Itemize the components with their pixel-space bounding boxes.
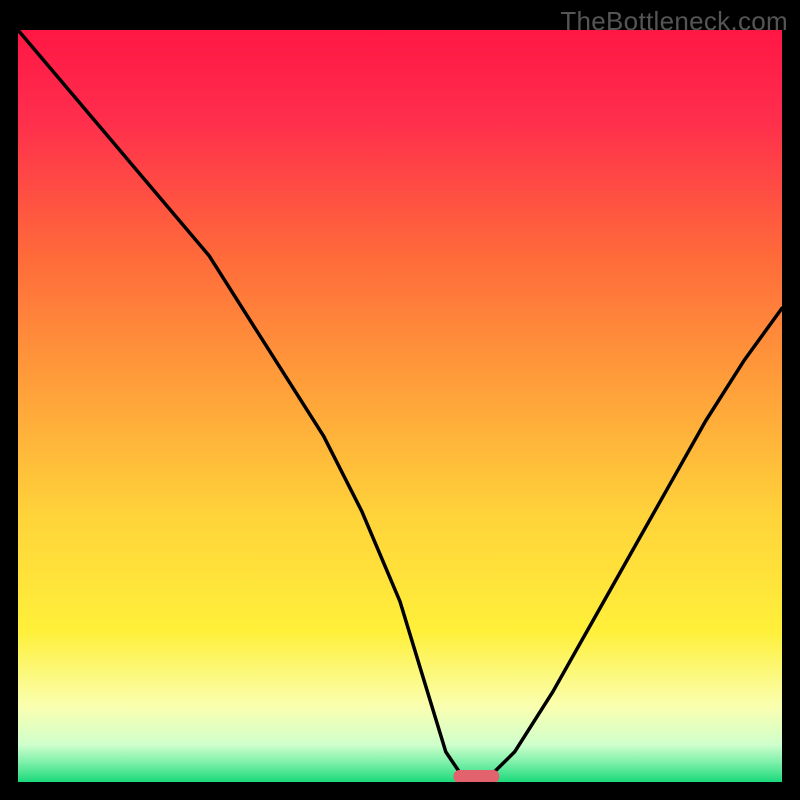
- gradient-background: [18, 30, 782, 782]
- chart-frame: TheBottleneck.com: [0, 0, 800, 800]
- optimal-marker: [454, 770, 500, 782]
- plot-area: [18, 30, 782, 782]
- watermark-label: TheBottleneck.com: [560, 6, 788, 37]
- bottleneck-chart: [18, 30, 782, 782]
